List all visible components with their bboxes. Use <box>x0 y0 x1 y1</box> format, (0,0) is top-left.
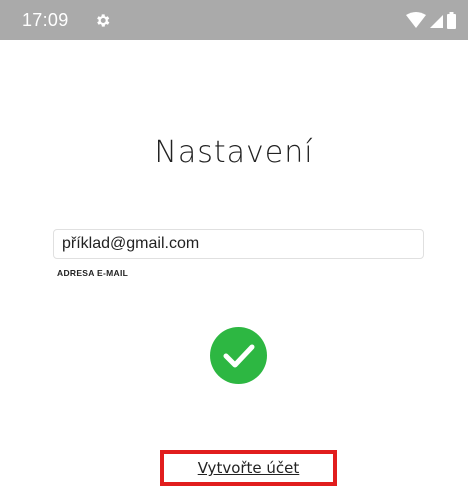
email-field-label: ADRESA E-MAIL <box>57 268 129 278</box>
wifi-icon <box>406 12 426 28</box>
create-account-link[interactable]: Vytvořte účet <box>198 459 300 477</box>
create-account-highlight: Vytvořte účet <box>160 450 337 486</box>
battery-icon <box>447 12 456 29</box>
page-title: Nastavení <box>154 135 314 170</box>
email-value: příklad@gmail.com <box>62 235 200 252</box>
status-icons <box>406 12 456 29</box>
settings-gear-icon <box>97 14 110 27</box>
check-circle-icon <box>210 327 267 384</box>
status-time: 17:09 <box>22 10 69 30</box>
email-field[interactable]: příklad@gmail.com <box>53 229 424 259</box>
signal-icon <box>430 15 443 28</box>
status-bar: 17:09 <box>0 0 468 40</box>
